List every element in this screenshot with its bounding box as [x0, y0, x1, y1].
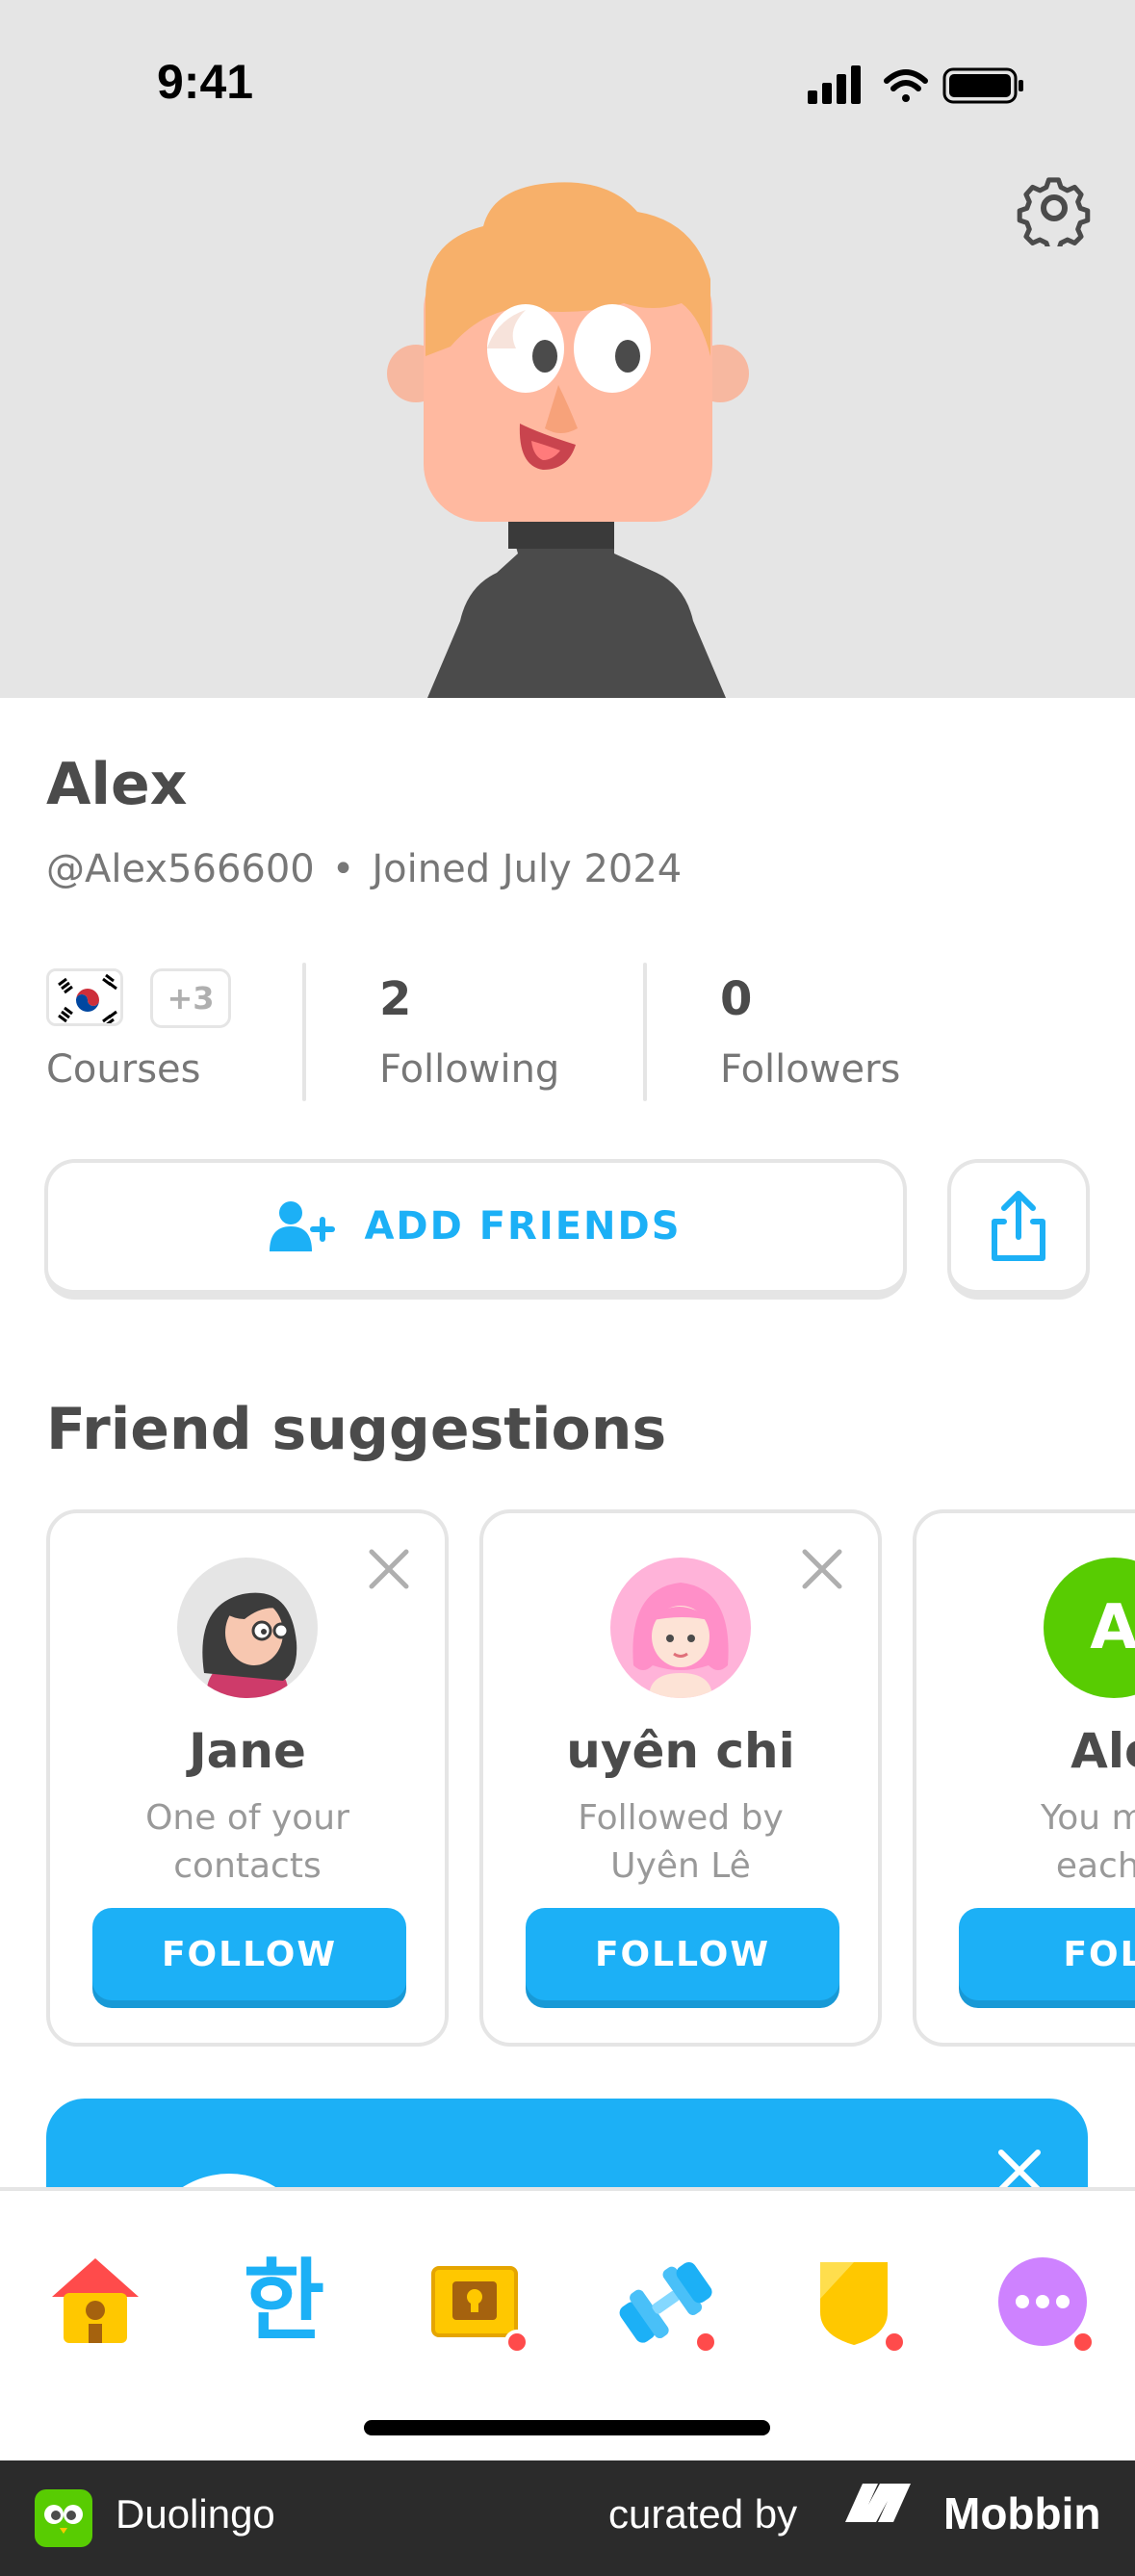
attribution-footer: Duolingo curated by Mobbin: [0, 2460, 1135, 2576]
duolingo-logo-icon: [35, 2489, 92, 2547]
profile-stats: +3 Courses 2 Following 0 Followers: [46, 963, 1096, 1107]
stat-divider: [643, 963, 647, 1101]
suggestion-reason-line: Uyên Lê: [610, 1846, 751, 1886]
courses-stat[interactable]: +3 Courses: [46, 963, 297, 1103]
mobbin-logo-icon: [845, 2484, 911, 2522]
promo-banner[interactable]: [46, 2099, 1088, 2195]
separator-dot: •: [331, 847, 355, 891]
following-count: 2: [379, 972, 412, 1026]
status-icons: [808, 65, 1023, 104]
suggestion-reason: Followed by Uyên Lê: [483, 1794, 878, 1891]
followers-count: 0: [720, 972, 753, 1026]
followers-stat[interactable]: 0 Followers: [720, 963, 1009, 1103]
profile-joined: Joined July 2024: [372, 847, 683, 891]
letters-tab[interactable]: 한: [231, 2249, 337, 2355]
following-label: Following: [379, 1047, 560, 1092]
notification-dot: [882, 2330, 907, 2355]
stat-divider: [302, 963, 306, 1101]
battery-icon: [942, 67, 1023, 104]
more-courses-badge: +3: [150, 968, 231, 1028]
footer-curated-label: curated by: [608, 2491, 798, 2537]
following-stat[interactable]: 2 Following: [379, 963, 668, 1103]
courses-label: Courses: [46, 1047, 201, 1092]
friend-suggestions-title: Friend suggestions: [46, 1396, 667, 1463]
share-button[interactable]: [947, 1159, 1090, 1300]
chest-tab[interactable]: [424, 2249, 529, 2355]
suggestion-reason-line: contacts: [173, 1846, 322, 1886]
settings-gear-icon[interactable]: [1016, 169, 1093, 246]
avatar-illustration: [387, 182, 749, 698]
profile-username: @Alex566600: [46, 847, 315, 891]
follow-button[interactable]: FOLLOW: [526, 1908, 839, 2000]
signal-icon: [808, 65, 861, 104]
hangul-icon: 한: [243, 2250, 325, 2353]
suggestion-reason-line: Followed by: [578, 1798, 784, 1838]
dismiss-icon[interactable]: [368, 1548, 410, 1590]
follow-button[interactable]: FOLL: [959, 1908, 1135, 2000]
practice-tab[interactable]: [612, 2249, 718, 2355]
home-indicator: [364, 2420, 770, 2435]
suggestion-reason-line: You may: [1041, 1798, 1135, 1838]
friend-suggestions-carousel[interactable]: Jane One of your contacts FOLLOW uyên ch…: [0, 1509, 1135, 2048]
add-friends-button[interactable]: ADD FRIENDS: [44, 1159, 907, 1300]
share-icon: [992, 1191, 1045, 1261]
profile-meta: @Alex566600 • Joined July 2024: [46, 847, 682, 891]
home-tab[interactable]: [42, 2249, 148, 2355]
notification-dot: [1071, 2330, 1096, 2355]
leagues-tab[interactable]: [801, 2249, 907, 2355]
status-bar: 9:41: [0, 0, 1135, 154]
status-time: 9:41: [157, 55, 254, 109]
footer-brand: Mobbin: [845, 2484, 1101, 2539]
notification-dot: [693, 2330, 718, 2355]
suggestion-card: A Ale You may each o FOLL: [913, 1509, 1135, 2047]
suggestion-card: uyên chi Followed by Uyên Lê FOLLOW: [479, 1509, 882, 2047]
wifi-icon: [884, 69, 928, 102]
korea-flag-icon: [46, 968, 123, 1026]
footer-app-name: Duolingo: [116, 2491, 275, 2537]
suggestion-reason-line: each o: [1055, 1846, 1135, 1886]
profile-name: Alex: [46, 751, 188, 818]
follow-button[interactable]: FOLLOW: [92, 1908, 406, 2000]
suggestion-name: Ale: [1071, 1723, 1135, 1779]
add-person-icon: [270, 1201, 336, 1251]
avatar-initial: A: [1090, 1592, 1135, 1663]
suggestion-reason: One of your contacts: [50, 1794, 445, 1891]
avatar: A: [1044, 1558, 1135, 1698]
suggestion-name: uyên chi: [566, 1723, 795, 1779]
avatar: [610, 1558, 751, 1698]
suggestion-reason: You may each o: [916, 1794, 1135, 1891]
footer-brand-name: Mobbin: [943, 2488, 1101, 2538]
house-icon: [52, 2258, 139, 2343]
notification-dot: [504, 2330, 529, 2355]
dismiss-icon[interactable]: [801, 1548, 843, 1590]
avatar: [177, 1558, 318, 1698]
suggestion-card: Jane One of your contacts FOLLOW: [46, 1509, 449, 2047]
profile-header: 9:41: [0, 0, 1135, 698]
suggestion-name: Jane: [189, 1723, 306, 1779]
followers-label: Followers: [720, 1047, 901, 1092]
add-friends-label: ADD FRIENDS: [364, 1204, 682, 1249]
suggestion-reason-line: One of your: [145, 1798, 349, 1838]
more-tab[interactable]: [990, 2249, 1096, 2355]
